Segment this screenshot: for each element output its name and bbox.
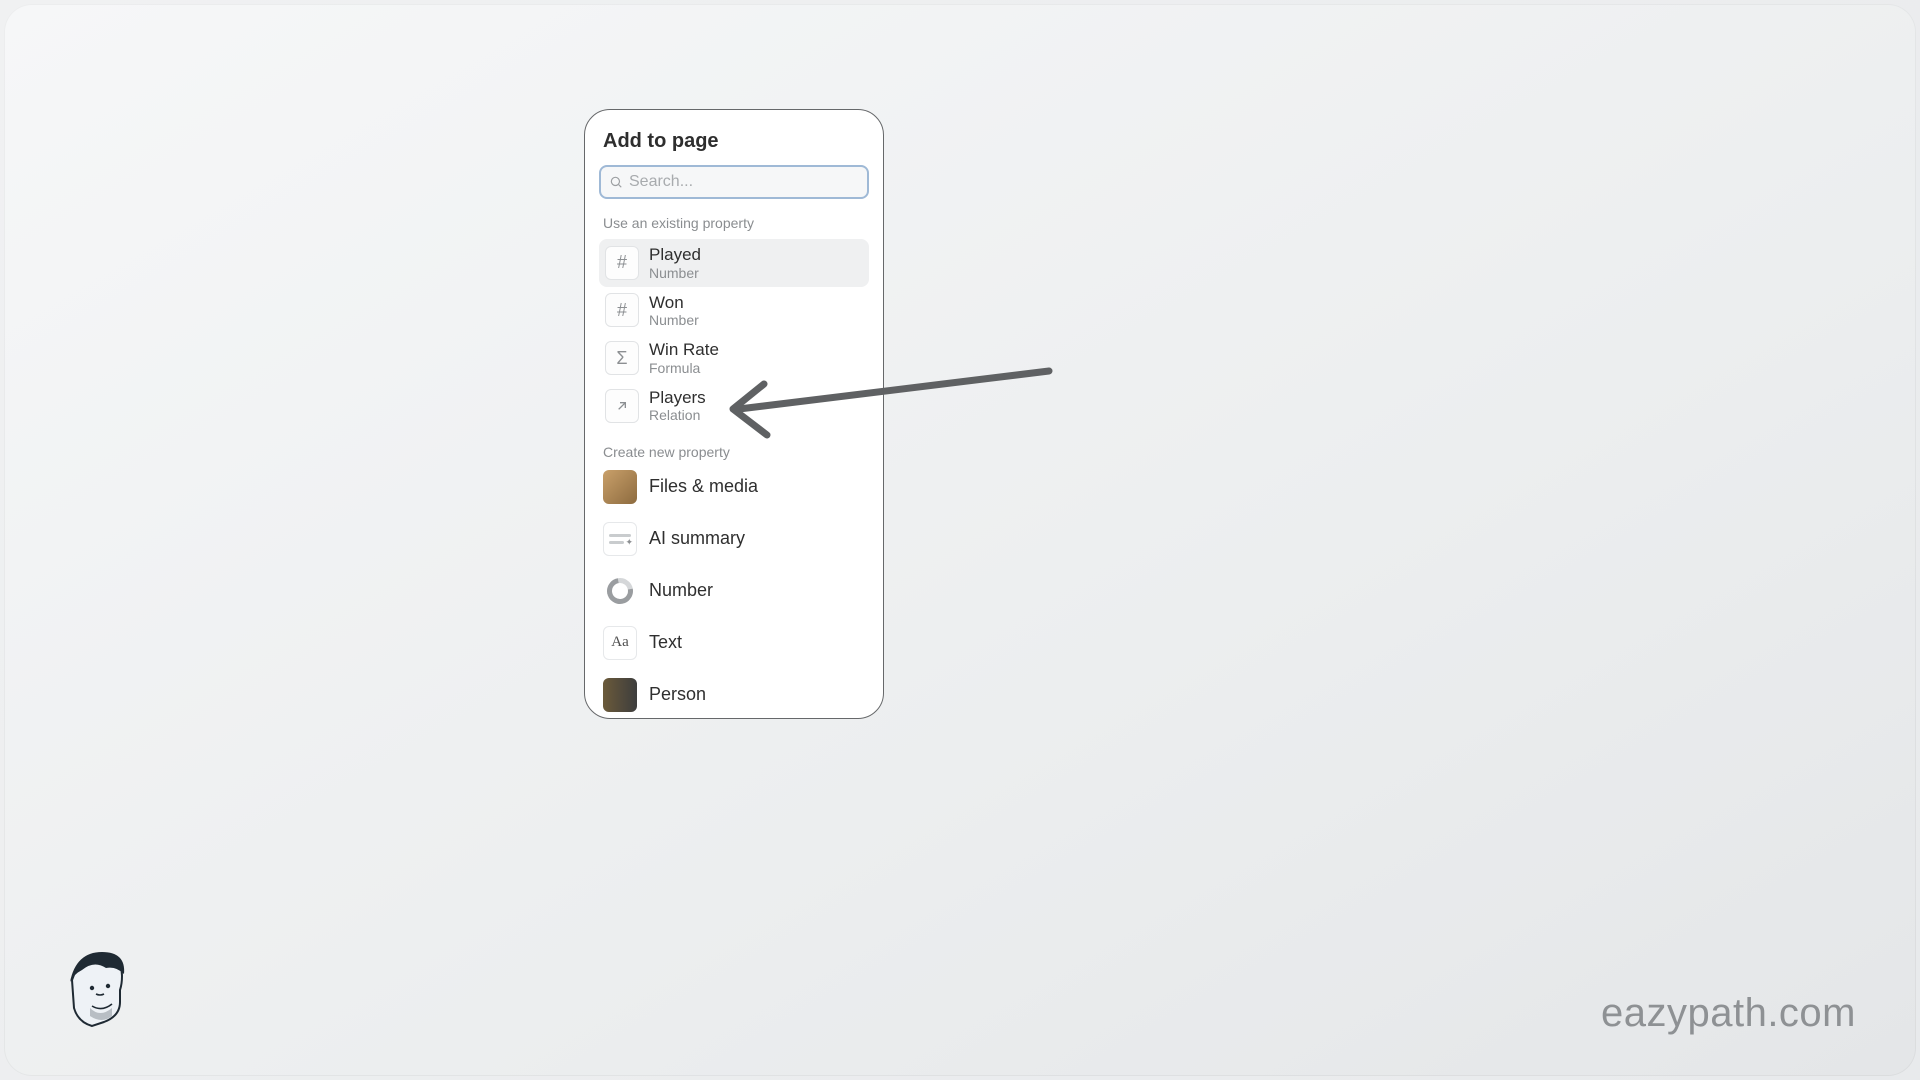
- ai-summary-icon: ✦: [603, 522, 637, 556]
- section-existing-label: Use an existing property: [603, 215, 865, 231]
- section-create-label: Create new property: [603, 444, 865, 460]
- property-name: Played: [649, 245, 701, 265]
- stage: Add to page Use an existing property # P…: [4, 4, 1916, 1076]
- number-ring-icon: [603, 574, 637, 608]
- files-media-icon: [603, 470, 637, 504]
- popover-title: Add to page: [603, 130, 865, 153]
- search-icon: [609, 175, 623, 189]
- create-label: Number: [649, 580, 713, 601]
- hash-icon: #: [605, 293, 639, 327]
- create-person[interactable]: Person: [599, 676, 869, 714]
- property-type: Relation: [649, 407, 706, 423]
- property-name: Players: [649, 388, 706, 408]
- existing-property-players[interactable]: Players Relation: [599, 382, 869, 430]
- existing-property-won[interactable]: # Won Number: [599, 287, 869, 335]
- existing-property-win-rate[interactable]: Σ Win Rate Formula: [599, 334, 869, 382]
- person-icon: [603, 678, 637, 712]
- create-files-media[interactable]: Files & media: [599, 468, 869, 506]
- create-label: Text: [649, 632, 682, 653]
- create-ai-summary[interactable]: ✦ AI summary: [599, 520, 869, 558]
- relation-icon: [605, 389, 639, 423]
- create-label: Files & media: [649, 476, 758, 497]
- search-field-wrap[interactable]: [599, 165, 869, 199]
- property-name: Win Rate: [649, 340, 719, 360]
- sigma-icon: Σ: [605, 341, 639, 375]
- existing-property-played[interactable]: # Played Number: [599, 239, 869, 287]
- property-name: Won: [649, 293, 699, 313]
- property-type: Formula: [649, 360, 719, 376]
- watermark: eazypath.com: [1601, 991, 1856, 1036]
- existing-property-list: # Played Number # Won Number Σ Win Rate …: [599, 239, 869, 430]
- presenter-avatar: [62, 950, 132, 1032]
- create-number[interactable]: Number: [599, 572, 869, 610]
- property-type: Number: [649, 312, 699, 328]
- search-input[interactable]: [629, 173, 859, 191]
- add-to-page-popover: Add to page Use an existing property # P…: [584, 109, 884, 719]
- create-text[interactable]: Aa Text: [599, 624, 869, 662]
- text-aa-icon: Aa: [603, 626, 637, 660]
- property-type: Number: [649, 265, 701, 281]
- hash-icon: #: [605, 246, 639, 280]
- create-label: AI summary: [649, 528, 745, 549]
- create-property-list: Files & media ✦ AI summary Number Aa Tex…: [599, 468, 869, 714]
- create-label: Person: [649, 684, 706, 705]
